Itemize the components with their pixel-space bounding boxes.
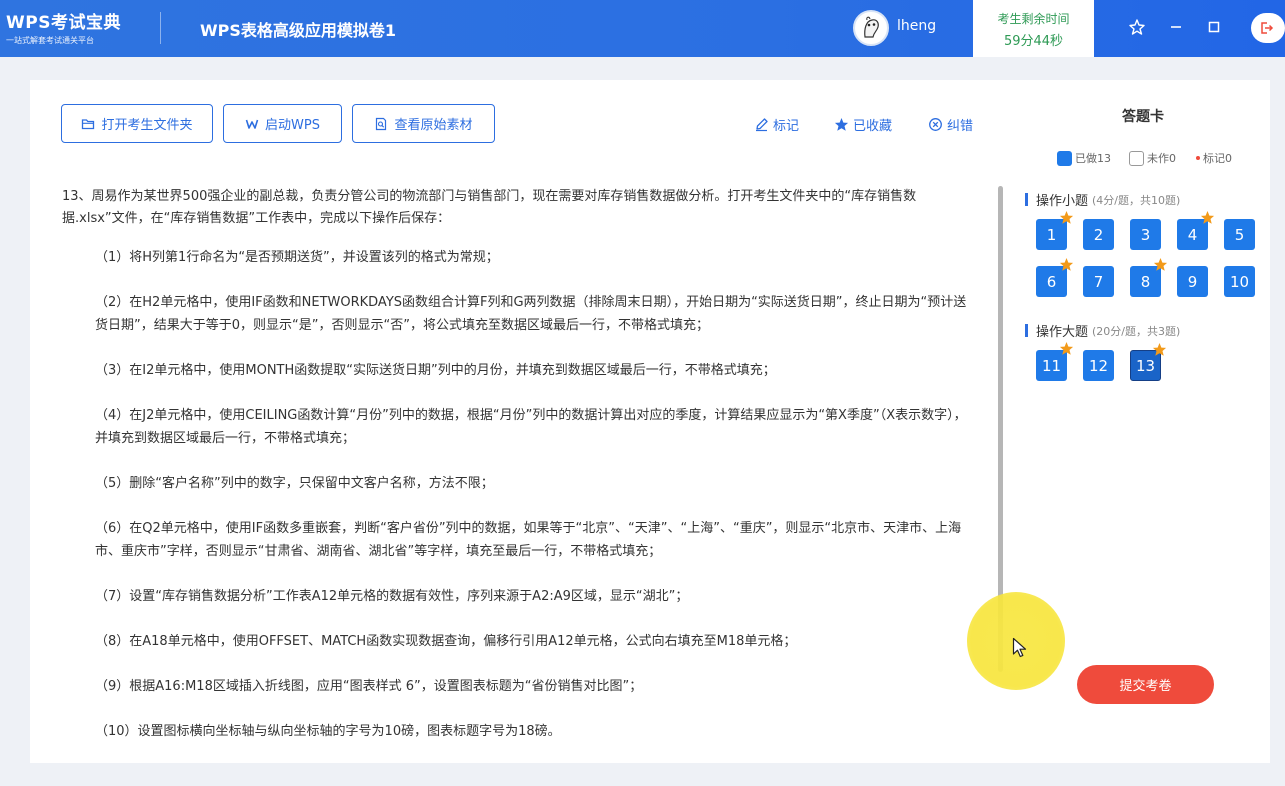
question-number-button-2[interactable]: 2 xyxy=(1083,219,1114,250)
question-number-button-9[interactable]: 9 xyxy=(1177,266,1208,297)
question-number-label: 12 xyxy=(1088,356,1109,375)
exit-button[interactable] xyxy=(1251,13,1285,43)
launch-wps-label: 启动WPS xyxy=(265,118,320,133)
legend-marked: 标记0 xyxy=(1196,150,1232,166)
section2-title: 操作大题 xyxy=(1036,325,1089,340)
question-number-button-13[interactable]: 13 xyxy=(1130,342,1167,381)
timer-label: 考生剩余时间 xyxy=(997,12,1070,26)
view-material-label: 查看原始素材 xyxy=(394,118,473,133)
question-step: （6）在Q2单元格中，使用IF函数多重嵌套，判断“客户省份”列中的数据，如果等于… xyxy=(95,521,962,559)
section-large-questions: 操作大题 (20分/题，共3题) xyxy=(1025,321,1180,340)
section-bar xyxy=(1025,193,1028,206)
launch-wps-button[interactable]: 启动WPS xyxy=(223,104,342,143)
brand-name: WPS考试宝典 xyxy=(6,13,121,33)
star-marker-icon xyxy=(1059,257,1074,271)
section2-hint: (20分/题，共3题) xyxy=(1092,324,1181,338)
avatar-icon xyxy=(857,14,885,42)
report-error-button[interactable]: 纠错 xyxy=(928,115,973,134)
question-step: （3）在I2单元格中，使用MONTH函数提取“实际送货日期”列中的月份，并填充到… xyxy=(95,363,776,378)
question-number-button-12[interactable]: 12 xyxy=(1083,350,1114,381)
question-number-label: 4 xyxy=(1187,225,1198,244)
brand-subtitle: 一站式解套考试通关平台 xyxy=(6,36,94,45)
maximize-icon[interactable] xyxy=(1203,16,1225,38)
header-divider xyxy=(160,12,161,44)
question-step: （4）在J2单元格中，使用CEILING函数计算“月份”列中的数据，根据“月份”… xyxy=(95,408,967,446)
marked-dot-icon xyxy=(1196,156,1200,160)
star-marker-icon xyxy=(1200,210,1215,224)
question-number-label: 13 xyxy=(1135,356,1156,375)
question-number-label: 5 xyxy=(1234,225,1245,244)
avatar[interactable] xyxy=(853,10,889,46)
section-small-questions: 操作小题 (4分/题，共10题) xyxy=(1025,190,1180,209)
view-material-button[interactable]: 查看原始素材 xyxy=(352,104,495,143)
question-step: （10）设置图标横向坐标轴与纵向坐标轴的字号为10磅，图表标题字号为18磅。 xyxy=(95,724,561,739)
question-number-label: 11 xyxy=(1041,356,1062,375)
star-marker-icon xyxy=(1059,341,1074,355)
legend-marked-label: 标记0 xyxy=(1203,152,1232,165)
timer-value: 59分44秒 xyxy=(1003,34,1064,49)
question-number-button-5[interactable]: 5 xyxy=(1224,219,1255,250)
pencil-icon xyxy=(756,118,768,132)
star-icon xyxy=(834,117,849,131)
app-header: WPS考试宝典 一站式解套考试通关平台 WPS表格高级应用模拟卷1 lheng … xyxy=(0,0,1285,57)
question-step: （7）设置“库存销售数据分析”工作表A12单元格的数据有效性，序列来源于A2:A… xyxy=(95,589,689,604)
exit-icon xyxy=(1261,22,1274,34)
wps-icon xyxy=(245,119,259,129)
section-bar xyxy=(1025,324,1028,337)
mark-label: 标记 xyxy=(773,119,800,134)
exam-title: WPS表格高级应用模拟卷1 xyxy=(200,21,397,40)
mouse-cursor-icon xyxy=(1012,637,1027,658)
open-folder-button[interactable]: 打开考生文件夹 xyxy=(61,104,213,143)
star-marker-icon xyxy=(1152,342,1167,356)
question-number-label: 1 xyxy=(1046,225,1057,244)
question-number-button-1[interactable]: 1 xyxy=(1036,210,1074,250)
question-number-label: 10 xyxy=(1229,272,1250,291)
question-number-label: 8 xyxy=(1140,272,1151,291)
question-step: （2）在H2单元格中，使用IF函数和NETWORKDAYS函数组合计算F列和G两… xyxy=(95,295,967,333)
legend-done: 已做13 xyxy=(1057,150,1111,166)
open-folder-label: 打开考生文件夹 xyxy=(101,118,193,133)
question-number-button-3[interactable]: 3 xyxy=(1130,219,1161,250)
question-number-button-11[interactable]: 11 xyxy=(1036,341,1074,381)
minimize-icon[interactable] xyxy=(1165,16,1187,38)
question-number-label: 3 xyxy=(1140,225,1151,244)
report-error-label: 纠错 xyxy=(947,119,974,134)
document-search-icon xyxy=(376,117,387,130)
question-intro: 13、周易作为某世界500强企业的副总裁，负责分管公司的物流部门与销售部门，现在… xyxy=(62,189,917,226)
section1-title: 操作小题 xyxy=(1036,194,1089,209)
star-marker-icon xyxy=(1153,257,1168,271)
question-number-label: 7 xyxy=(1093,272,1104,291)
error-circle-icon xyxy=(929,118,942,131)
mark-button[interactable]: 标记 xyxy=(754,115,799,134)
question-content: 13、周易作为某世界500强企业的副总裁，负责分管公司的物流部门与销售部门，现在… xyxy=(62,186,972,765)
question-step: （8）在A18单元格中，使用OFFSET、MATCH函数实现数据查询，偏移行引用… xyxy=(95,634,797,649)
question-number-button-4[interactable]: 4 xyxy=(1177,210,1215,250)
section1-hint: (4分/题，共10题) xyxy=(1092,193,1181,207)
question-number-button-7[interactable]: 7 xyxy=(1083,266,1114,297)
question-number-label: 9 xyxy=(1187,272,1198,291)
legend-done-label: 已做13 xyxy=(1075,152,1111,165)
question-number-button-8[interactable]: 8 xyxy=(1130,257,1168,297)
pin-icon[interactable] xyxy=(1126,16,1148,38)
legend-undone-label: 未作0 xyxy=(1147,152,1176,165)
brand-logo: WPS考试宝典 一站式解套考试通关平台 xyxy=(6,8,156,46)
star-marker-icon xyxy=(1059,210,1074,224)
favorite-button[interactable]: 已收藏 xyxy=(834,115,892,134)
favorite-label: 已收藏 xyxy=(853,119,893,134)
submit-exam-button[interactable]: 提交考卷 xyxy=(1077,665,1214,704)
question-number-label: 6 xyxy=(1046,272,1057,291)
folder-icon xyxy=(82,118,95,129)
question-step: （5）删除“客户名称”列中的数字，只保留中文客户名称，方法不限； xyxy=(95,476,494,491)
remaining-time-panel: 考生剩余时间 59分44秒 xyxy=(973,0,1094,57)
username: lheng xyxy=(897,18,937,34)
answer-card-title: 答题卡 xyxy=(1122,109,1164,125)
question-number-button-6[interactable]: 6 xyxy=(1036,257,1074,297)
undone-swatch xyxy=(1129,150,1144,166)
question-number-label: 2 xyxy=(1093,225,1104,244)
done-swatch xyxy=(1057,150,1072,166)
legend-undone: 未作0 xyxy=(1129,150,1176,166)
question-step: （1）将H列第1行命名为“是否预期送货”，并设置该列的格式为常规； xyxy=(95,250,499,265)
question-number-button-10[interactable]: 10 xyxy=(1224,266,1255,297)
question-step: （9）根据A16:M18区域插入折线图，应用“图表样式 6”，设置图表标题为“省… xyxy=(95,679,643,694)
